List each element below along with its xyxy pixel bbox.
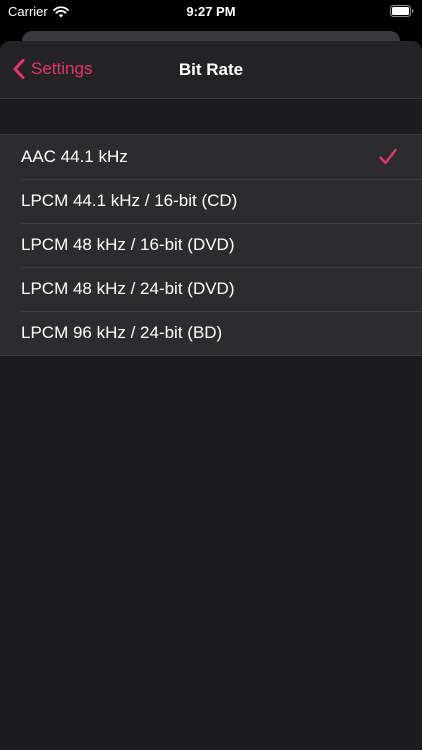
navigation-bar: Settings Bit Rate bbox=[0, 41, 422, 99]
battery-icon bbox=[390, 5, 414, 17]
option-lpcm-96-24bit[interactable]: LPCM 96 kHz / 24-bit (BD) bbox=[0, 311, 422, 355]
status-time: 9:27 PM bbox=[186, 4, 236, 19]
status-bar: Carrier 9:27 PM bbox=[0, 0, 422, 24]
page-title: Bit Rate bbox=[178, 60, 244, 79]
option-label: LPCM 48 kHz / 16-bit (DVD) bbox=[21, 235, 235, 254]
option-aac-44-1[interactable]: AAC 44.1 kHz bbox=[0, 135, 422, 179]
bit-rate-options-list: AAC 44.1 kHz LPCM 44.1 kHz / 16-bit (CD)… bbox=[0, 134, 422, 356]
checkmark-icon bbox=[379, 148, 397, 165]
option-label: AAC 44.1 kHz bbox=[21, 147, 128, 166]
option-lpcm-48-24bit[interactable]: LPCM 48 kHz / 24-bit (DVD) bbox=[0, 267, 422, 311]
option-label: LPCM 44.1 kHz / 16-bit (CD) bbox=[21, 191, 238, 210]
option-label: LPCM 96 kHz / 24-bit (BD) bbox=[21, 323, 223, 342]
option-lpcm-48-16bit[interactable]: LPCM 48 kHz / 16-bit (DVD) bbox=[0, 223, 422, 267]
option-label: LPCM 48 kHz / 24-bit (DVD) bbox=[21, 279, 235, 298]
option-lpcm-44-1-16bit[interactable]: LPCM 44.1 kHz / 16-bit (CD) bbox=[0, 179, 422, 223]
modal-sheet: Settings Bit Rate AAC 44.1 kHz LPCM 44.1… bbox=[0, 41, 422, 750]
